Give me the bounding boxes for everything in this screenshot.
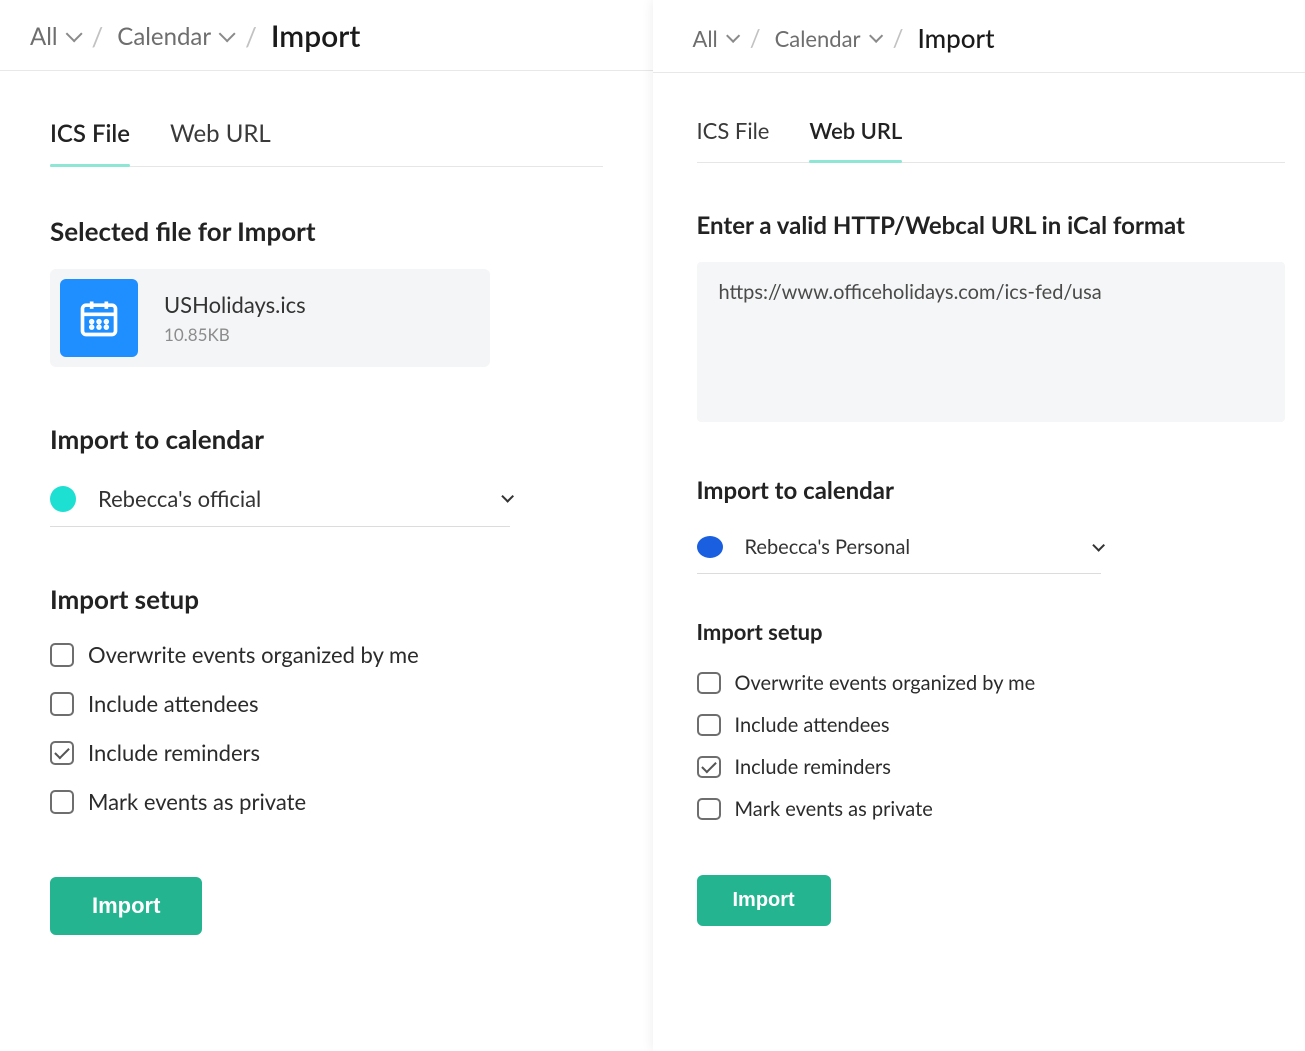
import-options: Overwrite events organized by me Include … bbox=[50, 641, 603, 815]
calendar-name: Rebecca's official bbox=[98, 485, 501, 512]
url-section-title: Enter a valid HTTP/Webcal URL in iCal fo… bbox=[697, 211, 1285, 240]
import-setup-title: Import setup bbox=[697, 618, 1285, 645]
chevron-down-icon bbox=[501, 490, 514, 503]
breadcrumb: All / Calendar / Import bbox=[0, 0, 653, 71]
chevron-down-icon bbox=[65, 25, 82, 42]
checkbox-label: Mark events as private bbox=[88, 788, 306, 815]
breadcrumb-calendar-label: Calendar bbox=[117, 22, 211, 51]
file-size: 10.85KB bbox=[164, 324, 306, 345]
checkbox-icon[interactable] bbox=[697, 672, 721, 694]
checkbox-label: Overwrite events organized by me bbox=[735, 671, 1036, 695]
calendar-name: Rebecca's Personal bbox=[745, 535, 1092, 559]
checkbox-option[interactable]: Mark events as private bbox=[697, 797, 1285, 821]
checkbox-label: Include attendees bbox=[88, 690, 259, 717]
breadcrumb-separator: / bbox=[92, 20, 104, 52]
checkbox-label: Mark events as private bbox=[735, 797, 933, 821]
checkbox-label: Include reminders bbox=[735, 755, 891, 779]
selected-file-title: Selected file for Import bbox=[50, 215, 603, 247]
breadcrumb-calendar[interactable]: Calendar bbox=[775, 25, 879, 52]
breadcrumb-separator: / bbox=[893, 24, 904, 53]
import-button[interactable]: Import bbox=[697, 875, 831, 926]
calendar-color-dot bbox=[50, 486, 76, 512]
import-options: Overwrite events organized by me Include … bbox=[697, 671, 1285, 821]
file-name: USHolidays.ics bbox=[164, 291, 306, 318]
breadcrumb: All / Calendar / Import bbox=[653, 0, 1305, 73]
import-calendar-title: Import to calendar bbox=[50, 423, 603, 455]
calendar-color-dot bbox=[697, 536, 723, 558]
tabs: ICS File Web URL bbox=[50, 111, 603, 167]
url-input-box[interactable]: https://www.officeholidays.com/ics-fed/u… bbox=[697, 262, 1285, 422]
checkbox-option[interactable]: Include attendees bbox=[697, 713, 1285, 737]
calendar-select[interactable]: Rebecca's Personal bbox=[697, 527, 1101, 574]
checkbox-icon[interactable] bbox=[50, 741, 74, 765]
import-calendar-title: Import to calendar bbox=[697, 476, 1285, 505]
breadcrumb-current: Import bbox=[271, 18, 360, 54]
checkbox-icon[interactable] bbox=[697, 798, 721, 820]
checkbox-option[interactable]: Include attendees bbox=[50, 690, 603, 717]
checkbox-icon[interactable] bbox=[50, 790, 74, 814]
checkbox-option[interactable]: Overwrite events organized by me bbox=[50, 641, 603, 668]
import-button[interactable]: Import bbox=[50, 877, 202, 935]
tab-ics-file[interactable]: ICS File bbox=[697, 109, 770, 162]
selected-file-tile[interactable]: USHolidays.ics 10.85KB bbox=[50, 269, 490, 367]
breadcrumb-calendar-label: Calendar bbox=[775, 25, 861, 52]
import-setup-title: Import setup bbox=[50, 583, 603, 615]
chevron-down-icon bbox=[726, 29, 740, 43]
breadcrumb-all-label: All bbox=[30, 22, 58, 51]
checkbox-label: Include attendees bbox=[735, 713, 890, 737]
breadcrumb-all[interactable]: All bbox=[693, 25, 736, 52]
chevron-down-icon bbox=[869, 29, 883, 43]
tabs: ICS File Web URL bbox=[697, 109, 1285, 163]
breadcrumb-separator: / bbox=[750, 24, 761, 53]
breadcrumb-calendar[interactable]: Calendar bbox=[117, 22, 231, 51]
tab-web-url[interactable]: Web URL bbox=[809, 109, 902, 162]
checkbox-icon[interactable] bbox=[697, 714, 721, 736]
calendar-select[interactable]: Rebecca's official bbox=[50, 477, 510, 527]
chevron-down-icon bbox=[219, 25, 236, 42]
checkbox-label: Overwrite events organized by me bbox=[88, 641, 419, 668]
tab-web-url[interactable]: Web URL bbox=[170, 111, 271, 166]
tab-ics-file[interactable]: ICS File bbox=[50, 111, 130, 166]
checkbox-icon[interactable] bbox=[50, 643, 74, 667]
url-input-value[interactable]: https://www.officeholidays.com/ics-fed/u… bbox=[719, 280, 1263, 304]
breadcrumb-current: Import bbox=[917, 22, 994, 54]
checkbox-label: Include reminders bbox=[88, 739, 260, 766]
checkbox-icon[interactable] bbox=[50, 692, 74, 716]
checkbox-option[interactable]: Mark events as private bbox=[50, 788, 603, 815]
calendar-file-icon bbox=[60, 279, 138, 357]
breadcrumb-all[interactable]: All bbox=[30, 22, 78, 51]
checkbox-option[interactable]: Overwrite events organized by me bbox=[697, 671, 1285, 695]
checkbox-option[interactable]: Include reminders bbox=[697, 755, 1285, 779]
checkbox-icon[interactable] bbox=[697, 756, 721, 778]
breadcrumb-separator: / bbox=[245, 20, 257, 52]
breadcrumb-all-label: All bbox=[693, 25, 718, 52]
checkbox-option[interactable]: Include reminders bbox=[50, 739, 603, 766]
chevron-down-icon bbox=[1092, 539, 1105, 552]
